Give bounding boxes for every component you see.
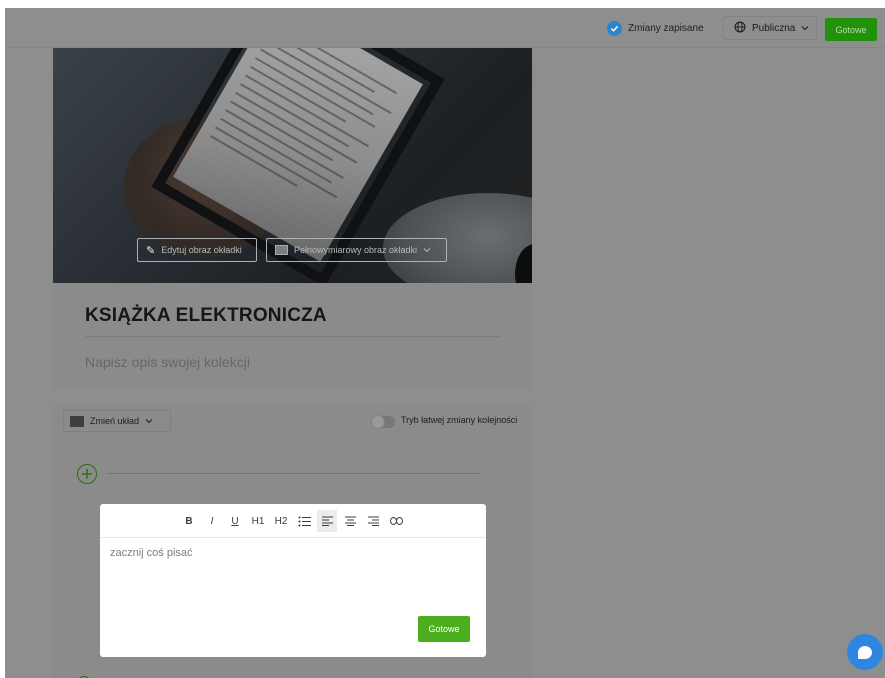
italic-button[interactable]: I	[202, 510, 222, 532]
bold-button[interactable]: B	[179, 510, 199, 532]
collection-info: KSIĄŻKA ELEKTRONICZA Napisz opis swojej …	[53, 283, 532, 389]
app-overlay: Zmiany zapisane Publiczna Gotowe ✎ Edytu…	[5, 8, 885, 678]
cover-size-dropdown[interactable]: Pełnowymiarowy obraz okładki	[266, 238, 447, 262]
align-center-icon[interactable]	[340, 510, 360, 532]
heading1-button[interactable]: H1	[248, 510, 268, 532]
pencil-icon: ✎	[146, 244, 156, 257]
toggle-knob	[371, 415, 385, 429]
reorder-toggle-label: Tryb łatwej zmiany kolejności	[401, 415, 518, 425]
change-layout-button[interactable]: Zmień układ	[63, 410, 171, 432]
editor-input[interactable]: zacznij coś pisać	[110, 547, 193, 559]
visibility-dropdown[interactable]: Publiczna	[723, 16, 817, 40]
cover-image: ✎ Edytuj obraz okładki Pełnowymiarowy ob…	[53, 48, 532, 283]
edit-cover-button[interactable]: ✎ Edytuj obraz okładki	[137, 238, 257, 262]
collection-title[interactable]: KSIĄŻKA ELEKTRONICZA	[85, 305, 327, 327]
change-layout-label: Zmień układ	[90, 416, 140, 426]
editor-toolbar: B I U H1 H2	[100, 504, 486, 538]
bulleted-list-icon[interactable]	[294, 510, 314, 532]
done-button-header[interactable]: Gotowe	[825, 18, 877, 41]
chevron-down-icon	[423, 245, 431, 255]
heading2-button[interactable]: H2	[271, 510, 291, 532]
align-left-icon[interactable]	[317, 510, 337, 532]
chevron-down-icon	[145, 416, 153, 426]
align-right-icon[interactable]	[363, 510, 383, 532]
image-icon	[275, 245, 288, 255]
text-editor: B I U H1 H2 zacznij coś pisać Gotowe	[100, 504, 486, 657]
collection-description-input[interactable]: Napisz opis swojej kolekcji	[85, 354, 250, 370]
save-status-label: Zmiany zapisane	[628, 23, 704, 34]
top-bar: Zmiany zapisane Publiczna Gotowe	[5, 8, 885, 48]
title-divider	[85, 336, 500, 337]
reorder-toggle[interactable]	[371, 415, 395, 429]
check-circle-icon	[607, 21, 622, 36]
add-block-divider	[107, 473, 479, 474]
underline-button[interactable]: U	[225, 510, 245, 532]
link-icon[interactable]	[386, 510, 406, 532]
layout-bar: Zmień układ Tryb łatwej zmiany kolejnośc…	[53, 404, 532, 440]
save-status: Zmiany zapisane	[607, 21, 704, 36]
cover-size-label: Pełnowymiarowy obraz okładki	[294, 245, 418, 255]
chat-bubble-icon	[858, 645, 872, 659]
visibility-label: Publiczna	[752, 22, 796, 34]
edit-cover-label: Edytuj obraz okładki	[161, 245, 242, 255]
add-block-icon[interactable]	[77, 464, 97, 484]
editor-done-button[interactable]: Gotowe	[418, 616, 470, 642]
chat-support-button[interactable]	[847, 634, 883, 670]
chevron-down-icon	[801, 23, 809, 34]
globe-icon	[734, 21, 746, 36]
layout-icon	[70, 415, 84, 427]
